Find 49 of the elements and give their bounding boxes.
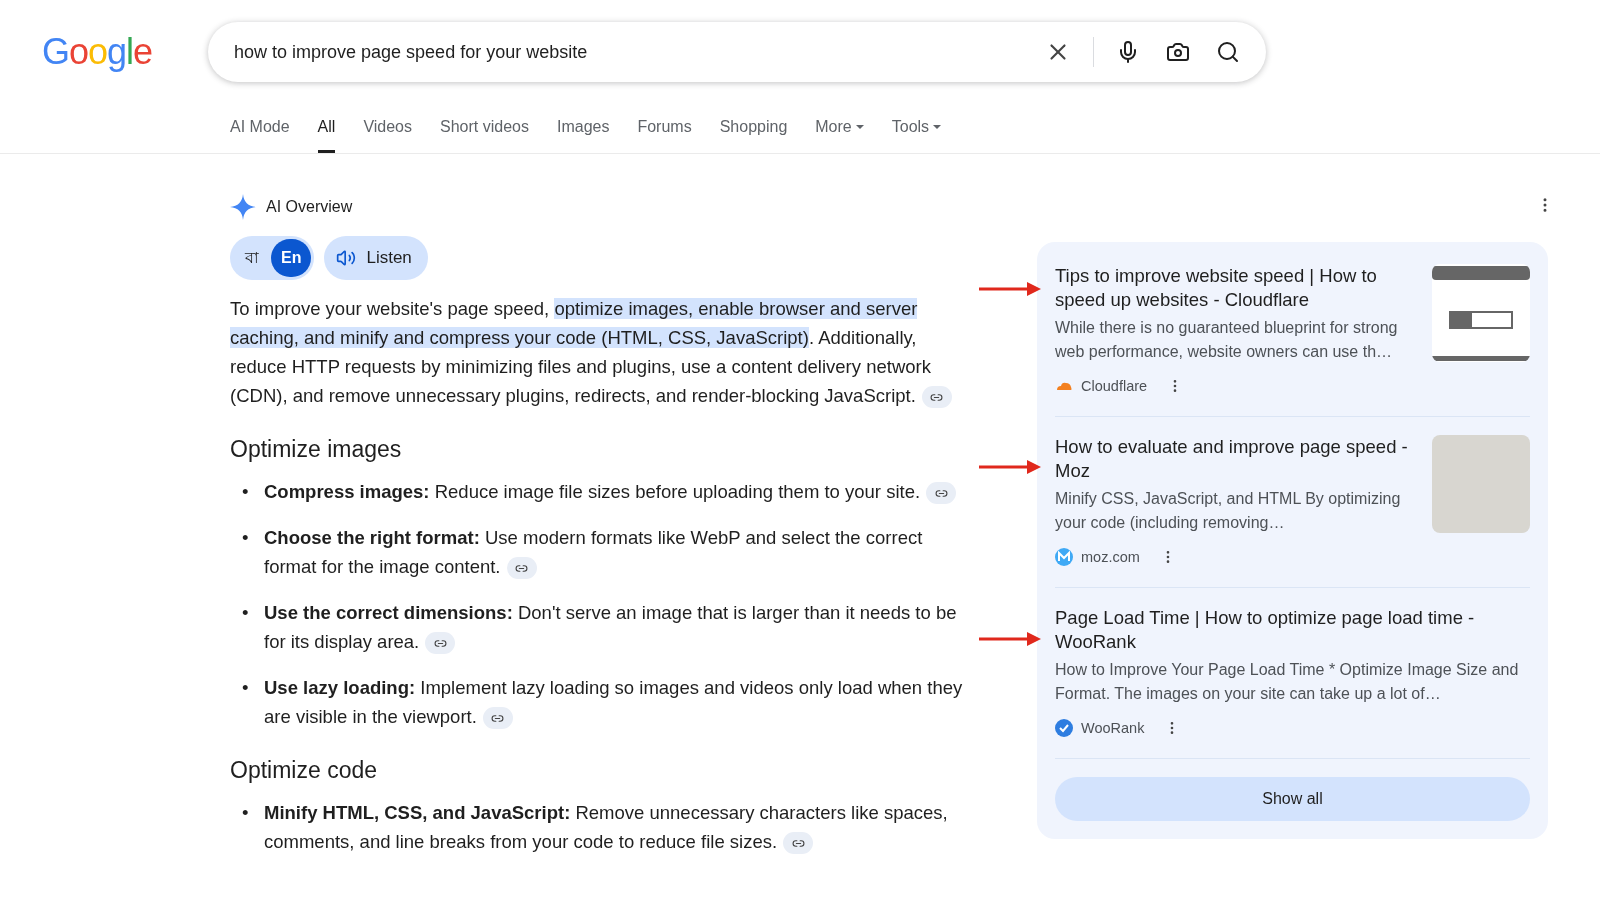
search-tab[interactable]: Videos: [363, 114, 412, 153]
search-input[interactable]: how to improve page speed for your website: [232, 40, 1023, 64]
language-option[interactable]: বা: [233, 239, 271, 277]
search-tab[interactable]: Images: [556, 114, 610, 153]
annotation-arrow: [979, 460, 1041, 474]
annotation-arrow: [979, 632, 1041, 646]
bullet-text: Minify HTML, CSS, and JavaScript: Remove unnecessary characters like spaces, comments, and line breaks from your code to reduce file sizes.: [264, 798, 975, 856]
overview-title: AI Overview: [266, 198, 353, 216]
link-icon[interactable]: [926, 482, 957, 505]
bullet-text: Use the correct dimensions: Don't serve an image that is larger than it needs to be for its display area.: [264, 598, 975, 656]
bullet-text: Choose the right format: Use modern formats like WebP and select the correct format for the image content.: [264, 523, 975, 581]
link-icon[interactable]: [425, 632, 456, 655]
source-snippet: How to Improve Your Page Load Time * Optimize Image Size and Format. The images on your site can take up a lot of…: [1055, 660, 1520, 704]
source-title-link[interactable]: Tips to improve website speed | How to speed up websites - Cloudflare: [1055, 264, 1414, 312]
bullet-marker: •: [242, 601, 250, 625]
search-tab[interactable]: Forums: [637, 114, 692, 153]
listen-button[interactable]: Listen: [324, 236, 428, 280]
link-icon[interactable]: [783, 832, 814, 855]
search-tab[interactable]: Short videos: [440, 114, 529, 153]
source-site-name: Cloudflare: [1081, 378, 1148, 394]
bullet-marker: •: [242, 526, 250, 550]
bullet-text: Compress images: Reduce image file sizes before uploading them to your site.: [264, 477, 957, 506]
search-tab[interactable]: All: [317, 114, 336, 153]
speaker-icon: [336, 248, 357, 268]
source-site-name: WooRank: [1081, 720, 1145, 736]
section-heading: Optimize images: [230, 436, 403, 463]
search-tab[interactable]: More: [815, 114, 864, 153]
overview-paragraph: To improve your website's page speed, optimize images, enable browser and server caching, and minify and compress your code (HTML, CSS, JavaScript). Additionally, reduce HTTP requests by minimizing files and plugins, use a content delivery network (CDN), and remove unnecessary plugins, redirects, and render-blocking JavaScript.: [230, 294, 975, 410]
google-logo[interactable]: Google: [42, 31, 154, 73]
show-all-button[interactable]: Show all: [1055, 777, 1530, 821]
section-heading: Optimize code: [230, 757, 378, 784]
search-tab[interactable]: Tools: [891, 114, 942, 153]
source-title-link[interactable]: How to evaluate and improve page speed - Moz: [1055, 435, 1414, 483]
link-icon[interactable]: [921, 386, 952, 409]
link-icon[interactable]: [482, 707, 513, 730]
language-option[interactable]: En: [271, 239, 312, 277]
bullet-text: Use lazy loading: Implement lazy loading so images and videos only load when they are visible in the viewport.: [264, 673, 975, 731]
annotation-arrow: [979, 282, 1041, 296]
source-title-link[interactable]: Page Load Time | How to optimize page load time - WooRank: [1055, 606, 1530, 654]
bullet-marker: •: [242, 480, 250, 504]
source-snippet: Minify CSS, JavaScript, and HTML By optimizing your code (including removing…: [1055, 489, 1402, 533]
search-tab[interactable]: Shopping: [719, 114, 788, 153]
source-snippet: While there is no guaranteed blueprint for strong web performance, website owners can use th…: [1055, 318, 1399, 362]
link-icon[interactable]: [506, 557, 537, 580]
source-site-name: moz.com: [1081, 549, 1140, 565]
sparkle-icon: [230, 194, 256, 220]
bullet-marker: •: [242, 676, 250, 700]
search-tab[interactable]: AI Mode: [230, 114, 290, 153]
bullet-marker: •: [242, 801, 250, 825]
